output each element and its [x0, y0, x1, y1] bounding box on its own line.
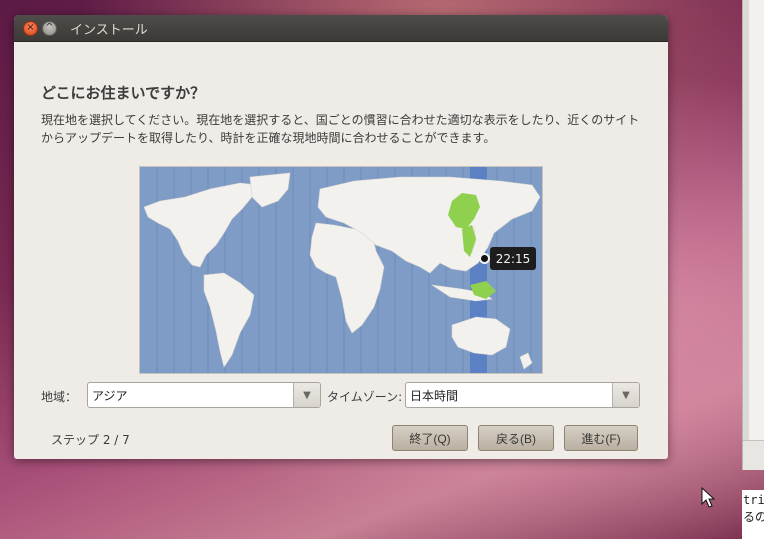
background-window-corner	[743, 440, 764, 470]
timezone-label: タイムゾーン:	[327, 390, 403, 404]
terminal-line: るの	[743, 510, 764, 524]
close-icon[interactable]: ×	[23, 20, 38, 36]
background-window	[742, 0, 764, 470]
installer-window: × ^ インストール どこにお住まいですか？ 現在地を選択してください。現在地を…	[14, 15, 668, 459]
timezone-value: 日本時間	[410, 388, 459, 403]
terminal-line: tri	[743, 493, 764, 507]
region-label: 地域：	[41, 390, 78, 404]
timezone-map[interactable]	[139, 166, 543, 374]
quit-button[interactable]: 終了(Q)	[392, 425, 468, 451]
content-area: どこにお住まいですか？ 現在地を選択してください。現在地を選択すると、国ごとの慣…	[14, 42, 668, 459]
background-terminal: tri るの	[742, 490, 764, 539]
selected-location-marker	[479, 253, 490, 264]
maximize-icon[interactable]: ^	[42, 20, 57, 36]
mouse-cursor-icon	[701, 487, 715, 508]
window-title: インストール	[70, 22, 148, 38]
region-dropdown[interactable]: アジア ▼	[87, 382, 321, 408]
back-button[interactable]: 戻る(B)	[478, 425, 554, 451]
page-description: 現在地を選択してください。現在地を選択すると、国ごとの慣習に合わせた適切な表示を…	[41, 113, 640, 145]
region-value: アジア	[92, 388, 128, 403]
time-tooltip: 22:15	[490, 247, 536, 270]
title-bar[interactable]: × ^ インストール	[14, 15, 668, 42]
chevron-down-icon[interactable]: ▼	[293, 383, 320, 407]
step-indicator: ステップ 2 / 7	[51, 433, 130, 447]
timezone-dropdown[interactable]: 日本時間 ▼	[405, 382, 640, 408]
background-scrollbar	[743, 0, 749, 440]
forward-button[interactable]: 進む(F)	[564, 425, 638, 451]
chevron-down-icon[interactable]: ▼	[612, 383, 639, 407]
world-map-graphic	[140, 167, 542, 373]
page-title: どこにお住まいですか？	[41, 84, 206, 102]
